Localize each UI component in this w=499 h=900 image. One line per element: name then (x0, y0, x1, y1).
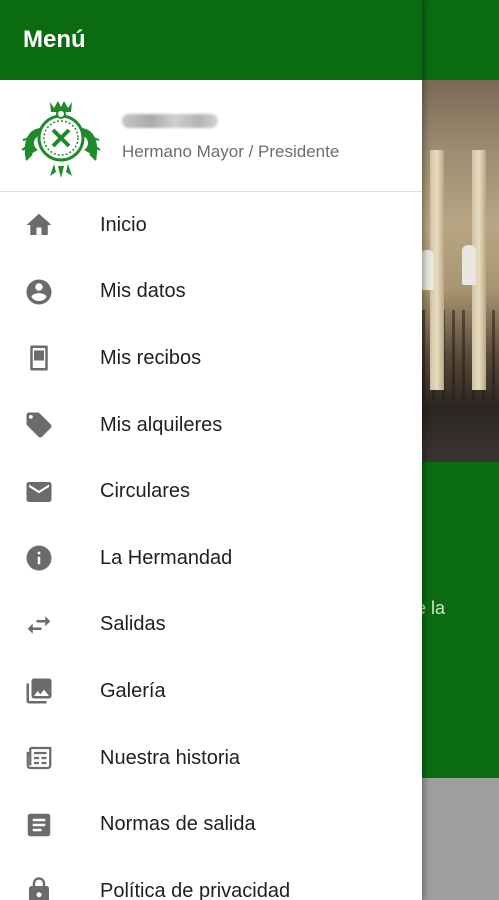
newspaper-icon (24, 743, 54, 773)
menu-item-mis-alquileres[interactable]: Mis alquileres (0, 392, 422, 459)
profile-name-redacted (122, 114, 218, 128)
tag-icon (24, 410, 54, 440)
background-gray-section (422, 778, 499, 900)
gallery-icon (24, 676, 54, 706)
menu-item-nuestra-historia[interactable]: Nuestra historia (0, 725, 422, 792)
drawer-header: Menú (0, 0, 422, 80)
mail-icon (24, 477, 54, 507)
menu-item-politica-de-privacidad[interactable]: Política de privacidad (0, 858, 422, 900)
menu-item-label: Mis alquileres (100, 413, 223, 436)
drawer-menu: Inicio Mis datos Mis recibos Mis alquile… (0, 192, 422, 900)
menu-item-label: Salidas (100, 613, 166, 636)
menu-item-inicio[interactable]: Inicio (0, 192, 422, 259)
menu-item-label: Circulares (100, 480, 191, 503)
article-icon (24, 810, 54, 840)
menu-item-label: Normas de salida (100, 813, 256, 836)
menu-item-la-hermandad[interactable]: La Hermandad (0, 525, 422, 592)
menu-item-label: Inicio (100, 213, 147, 236)
receipt-icon (24, 343, 54, 373)
navigation-drawer: Menú Hermano Mayor / Presidente Inicio M… (0, 0, 422, 900)
lock-icon (24, 876, 54, 900)
swap-arrows-icon (24, 610, 54, 640)
menu-item-label: Nuestra historia (100, 746, 241, 769)
profile-role: Hermano Mayor / Presidente (122, 142, 340, 161)
menu-item-galeria[interactable]: Galería (0, 658, 422, 725)
menu-item-label: Galería (100, 679, 166, 702)
menu-item-label: Mis recibos (100, 346, 202, 369)
brotherhood-crest-logo (21, 101, 101, 178)
info-icon (24, 543, 54, 573)
user-profile[interactable]: Hermano Mayor / Presidente (0, 80, 422, 192)
menu-item-label: Mis datos (100, 280, 186, 303)
menu-item-label: La Hermandad (100, 546, 233, 569)
menu-item-mis-recibos[interactable]: Mis recibos (0, 325, 422, 392)
background-content-card[interactable] (422, 462, 499, 778)
drawer-title: Menú (23, 26, 86, 53)
menu-item-label: Política de privacidad (100, 879, 291, 900)
menu-item-normas-de-salida[interactable]: Normas de salida (0, 791, 422, 858)
background-church-photo (420, 80, 499, 462)
menu-item-mis-datos[interactable]: Mis datos (0, 259, 422, 326)
menu-item-salidas[interactable]: Salidas (0, 592, 422, 659)
menu-item-circulares[interactable]: Circulares (0, 458, 422, 525)
home-icon (24, 210, 54, 240)
account-circle-icon (24, 277, 54, 307)
